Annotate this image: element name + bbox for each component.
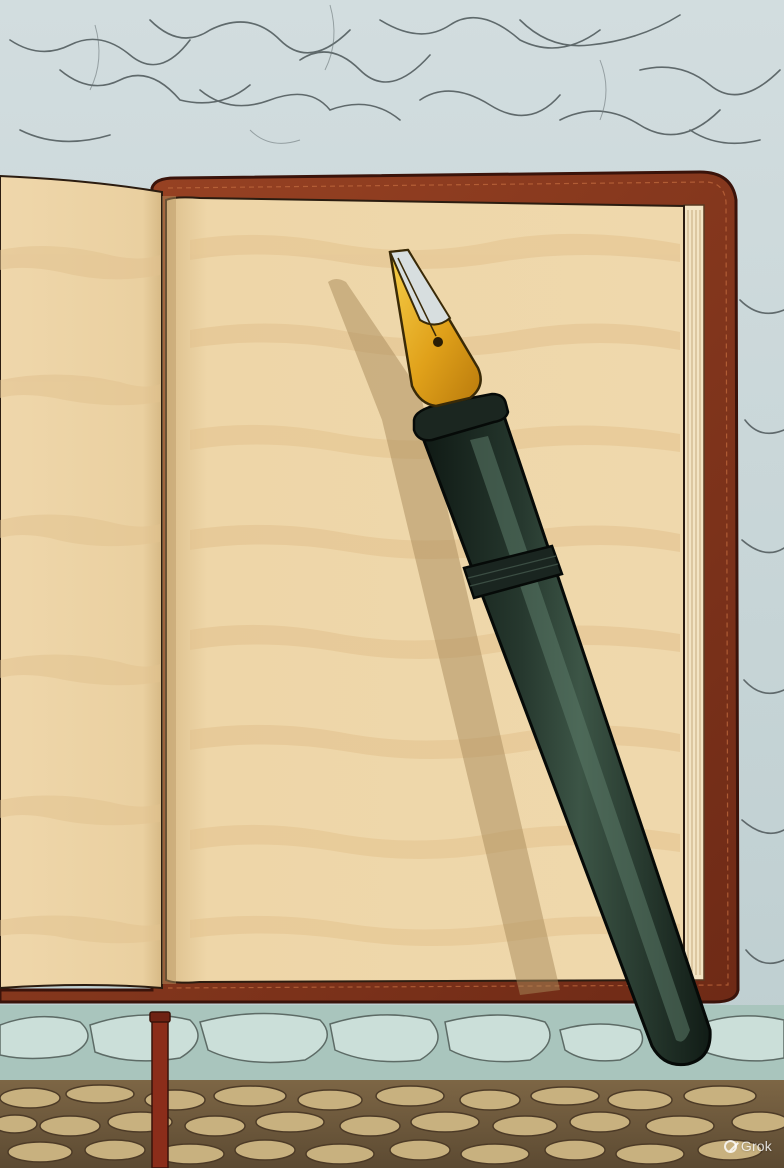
left-page bbox=[0, 174, 163, 990]
grok-watermark: Grok bbox=[723, 1138, 772, 1154]
ribbon-bookmark bbox=[149, 1011, 171, 1168]
watermark-text: Grok bbox=[740, 1138, 772, 1154]
page-edges bbox=[683, 204, 705, 981]
illustration-canvas bbox=[0, 0, 784, 1168]
cobblestone-floor bbox=[0, 1080, 784, 1168]
grok-logo-icon bbox=[723, 1139, 737, 1153]
illustration-scene: Grok bbox=[0, 0, 784, 1168]
